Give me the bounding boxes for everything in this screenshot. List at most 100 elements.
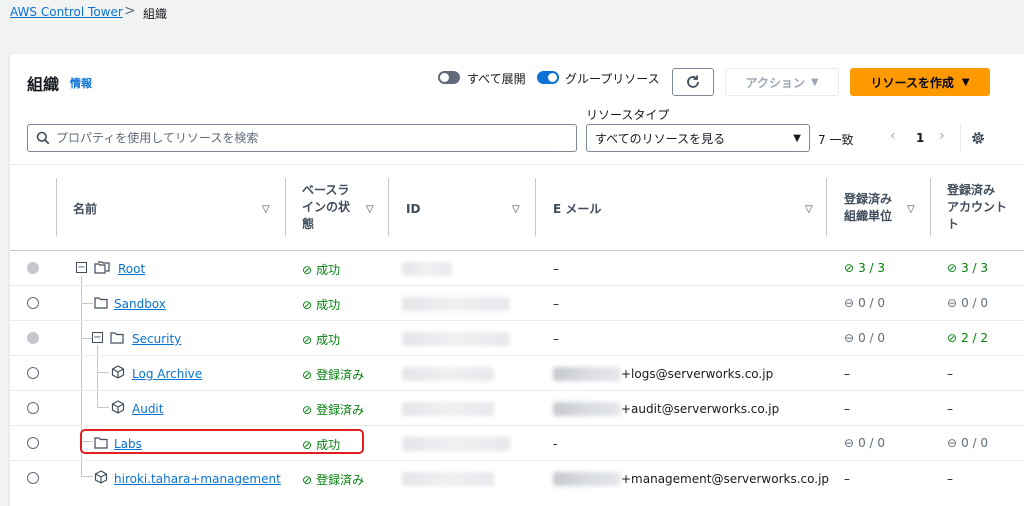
baseline-status: ⊘ 登録済み bbox=[302, 402, 365, 418]
resource-name-link[interactable]: Log Archive bbox=[132, 367, 202, 381]
resource-name-link[interactable]: Root bbox=[118, 262, 145, 276]
minus-circle-icon: ⊖ bbox=[947, 436, 958, 450]
redacted-id bbox=[402, 367, 494, 381]
registered-ou-count: ⊖ 0 / 0 bbox=[844, 436, 886, 450]
column-divider bbox=[388, 178, 389, 236]
registered-accounts-header-line: ト bbox=[947, 217, 960, 231]
sort-caret-icon[interactable]: ▽ bbox=[262, 204, 270, 215]
check-circle-icon: ⊘ bbox=[947, 331, 958, 345]
sort-caret-icon[interactable]: ▽ bbox=[805, 204, 813, 215]
refresh-button[interactable] bbox=[672, 68, 714, 96]
gear-icon[interactable] bbox=[970, 130, 986, 146]
redacted-id bbox=[402, 472, 494, 486]
baseline-header-line: ベースラ bbox=[302, 183, 350, 197]
row-radio bbox=[27, 262, 39, 274]
sort-caret-icon[interactable]: ▽ bbox=[366, 204, 374, 215]
resource-name-link[interactable]: Security bbox=[132, 332, 181, 346]
collapse-icon[interactable]: − bbox=[76, 262, 87, 273]
breadcrumb-control-tower-link[interactable]: AWS Control Tower bbox=[10, 5, 123, 19]
breadcrumb-current: 組織 bbox=[143, 7, 168, 21]
registered-ou-count: – bbox=[844, 402, 850, 416]
organization-panel: 組織 情報 すべて展開 グループリソース アクション ▼ リソースを作成 ▼ リ… bbox=[9, 53, 1024, 506]
email-value: – bbox=[553, 332, 559, 346]
create-resource-button[interactable]: リソースを作成 ▼ bbox=[850, 68, 990, 96]
minus-circle-icon: ⊖ bbox=[844, 436, 855, 450]
column-header-id[interactable]: ID bbox=[406, 201, 420, 218]
email-value: – bbox=[553, 262, 559, 276]
check-circle-icon: ⊘ bbox=[302, 332, 313, 347]
expand-all-toggle[interactable] bbox=[438, 71, 460, 84]
baseline-status: ⊘ 成功 bbox=[302, 297, 341, 313]
actions-label: アクション bbox=[745, 75, 805, 90]
table-row[interactable]: − Security ⊘ 成功 – ⊖ 0 / 0 ⊘ 2 / 2 bbox=[10, 321, 1024, 355]
resource-type-select[interactable]: すべてのリソースを見る ▼ bbox=[586, 124, 810, 152]
column-divider bbox=[535, 178, 536, 236]
redacted-email-prefix bbox=[553, 472, 621, 486]
table-row[interactable]: − Root ⊘ 成功 – ⊘ 3 / 3 ⊘ 3 / 3 bbox=[10, 251, 1024, 285]
table-row[interactable]: hiroki.tahara+management ⊘ 登録済み +manageme… bbox=[10, 461, 1024, 495]
email-value: – bbox=[553, 297, 559, 311]
registered-accounts-count: ⊘ 2 / 2 bbox=[947, 331, 989, 345]
column-header-registered-accounts[interactable]: 登録済み アカウント ト bbox=[947, 182, 1007, 233]
resource-name-link[interactable]: Sandbox bbox=[114, 297, 166, 311]
sort-caret-icon[interactable]: ▽ bbox=[512, 204, 520, 215]
actions-dropdown-button[interactable]: アクション ▼ bbox=[725, 68, 839, 96]
caret-down-icon: ▼ bbox=[810, 76, 819, 88]
check-circle-icon: ⊘ bbox=[302, 297, 313, 312]
redacted-id bbox=[402, 332, 510, 346]
caret-down-icon: ▼ bbox=[793, 132, 801, 144]
info-link[interactable]: 情報 bbox=[70, 75, 92, 91]
resource-name-link[interactable]: Audit bbox=[132, 402, 163, 416]
resource-type-label: リソースタイプ bbox=[586, 108, 670, 122]
column-header-baseline[interactable]: ベースラ インの状 態 bbox=[302, 182, 350, 233]
current-page[interactable]: 1 bbox=[916, 131, 924, 145]
registered-ou-count: – bbox=[844, 367, 850, 381]
search-input[interactable] bbox=[56, 131, 556, 145]
table-row[interactable]: Sandbox ⊘ 成功 – ⊖ 0 / 0 ⊖ 0 / 0 bbox=[10, 286, 1024, 320]
column-divider bbox=[285, 178, 286, 236]
refresh-icon bbox=[687, 75, 699, 88]
registered-accounts-count: ⊖ 0 / 0 bbox=[947, 296, 989, 310]
next-page-icon[interactable]: › bbox=[939, 128, 945, 144]
check-circle-icon: ⊘ bbox=[302, 472, 313, 487]
expand-all-label: すべて展開 bbox=[467, 72, 526, 86]
redacted-email-prefix bbox=[553, 367, 621, 381]
page-title: 組織 bbox=[27, 75, 60, 94]
previous-page-icon[interactable]: ‹ bbox=[890, 128, 896, 144]
search-icon bbox=[36, 131, 50, 145]
row-radio[interactable] bbox=[27, 367, 39, 379]
baseline-status: ⊘ 登録済み bbox=[302, 367, 365, 383]
check-circle-icon: ⊘ bbox=[302, 262, 313, 277]
registered-ou-header-line: 組織単位 bbox=[844, 209, 893, 223]
column-header-email[interactable]: E メール bbox=[553, 201, 601, 218]
row-radio[interactable] bbox=[27, 437, 39, 449]
registered-ou-count: – bbox=[844, 472, 850, 486]
redacted-id bbox=[402, 262, 452, 276]
folder-icon bbox=[110, 332, 124, 344]
email-value: - bbox=[553, 437, 558, 451]
redacted-email-prefix bbox=[553, 402, 621, 416]
folder-icon bbox=[94, 297, 108, 309]
create-resource-label: リソースを作成 bbox=[870, 75, 954, 90]
sort-caret-icon[interactable]: ▽ bbox=[907, 204, 915, 215]
redacted-id bbox=[402, 437, 510, 451]
row-radio[interactable] bbox=[27, 472, 39, 484]
column-header-name[interactable]: 名前 bbox=[73, 201, 97, 218]
breadcrumb-separator-icon: > bbox=[124, 3, 136, 19]
registered-accounts-count: – bbox=[947, 367, 953, 381]
column-header-registered-ou[interactable]: 登録済み 組織単位 bbox=[844, 191, 892, 225]
group-resources-toggle[interactable] bbox=[537, 71, 559, 84]
search-box bbox=[27, 124, 577, 152]
table-row[interactable]: Audit ⊘ 登録済み +audit@serverworks.co.jp – – bbox=[10, 391, 1024, 425]
row-radio[interactable] bbox=[27, 297, 39, 309]
collapse-icon[interactable]: − bbox=[92, 332, 103, 343]
check-circle-icon: ⊘ bbox=[302, 367, 313, 382]
row-radio[interactable] bbox=[27, 402, 39, 414]
group-resources-label: グループリソース bbox=[565, 72, 660, 86]
registered-accounts-header-line: 登録済み bbox=[947, 183, 996, 197]
account-cube-icon bbox=[94, 470, 108, 484]
pagination-divider bbox=[960, 124, 961, 152]
resource-name-link[interactable]: hiroki.tahara+management bbox=[114, 472, 281, 486]
table-row[interactable]: Log Archive ⊘ 登録済み +logs@serverworks.co.j… bbox=[10, 356, 1024, 390]
registered-accounts-header-line: アカウント bbox=[947, 200, 1008, 214]
